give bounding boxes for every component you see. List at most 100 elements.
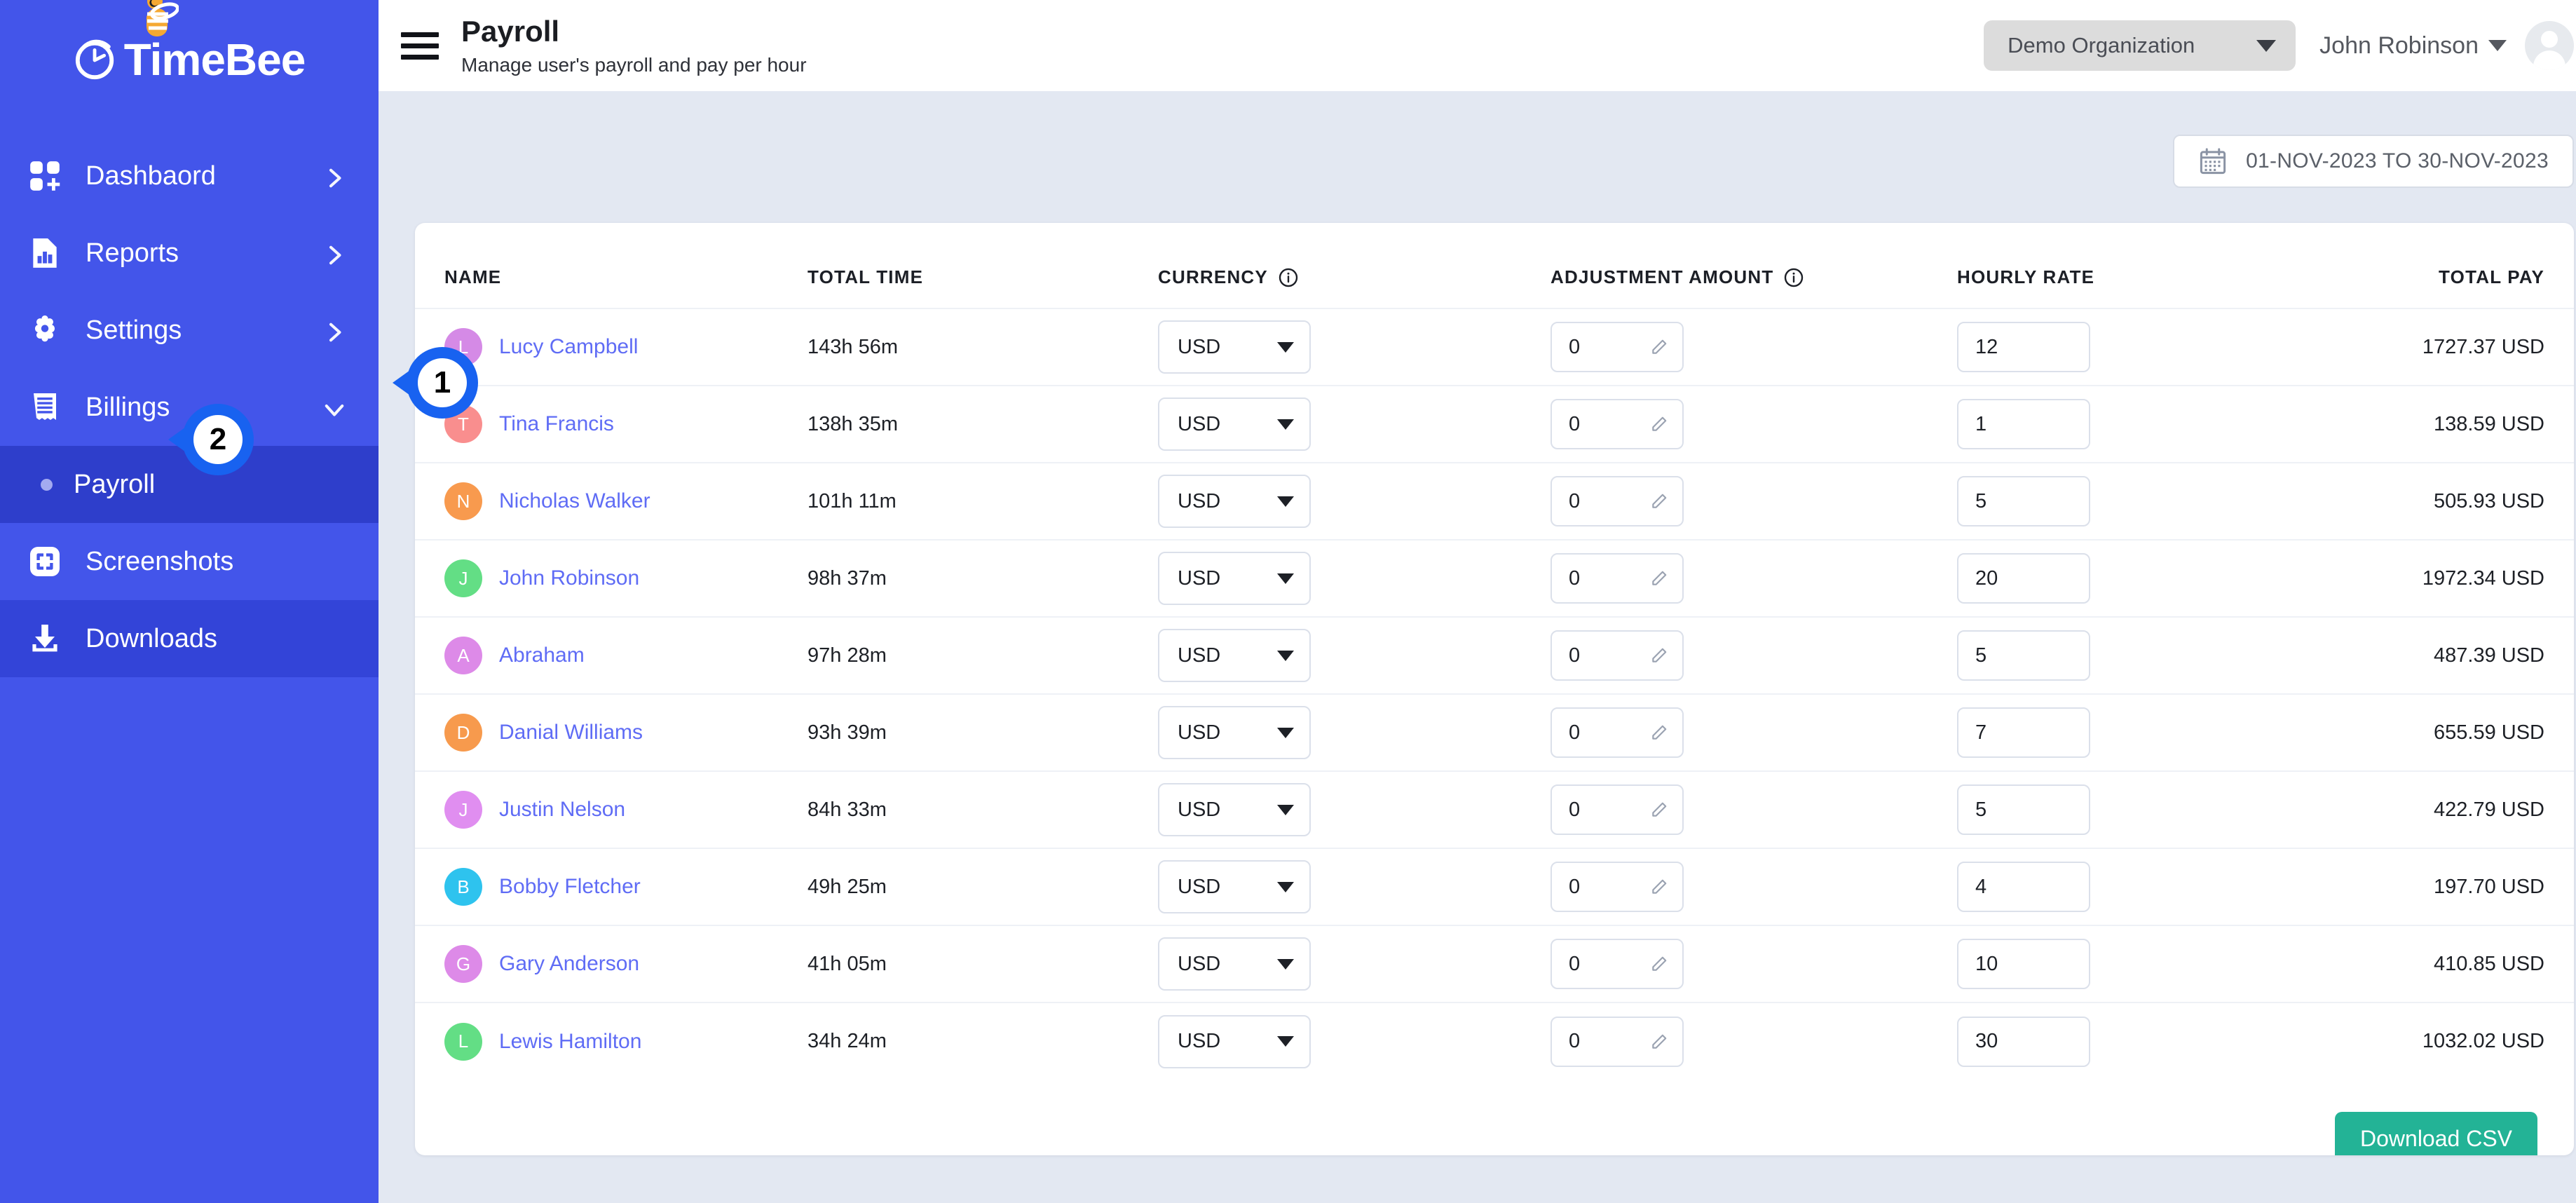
pencil-icon[interactable] xyxy=(1650,723,1668,742)
adjustment-amount-input[interactable]: 0 xyxy=(1551,1016,1684,1067)
chevron-right-icon xyxy=(324,243,345,265)
hourly-rate-input[interactable]: 12 xyxy=(1957,322,2090,372)
currency-select[interactable]: USD xyxy=(1158,706,1311,759)
user-name-link[interactable]: Tina Francis xyxy=(499,412,614,436)
sidebar-item-screenshots[interactable]: Screenshots xyxy=(0,523,379,600)
hourly-rate-input[interactable]: 1 xyxy=(1957,399,2090,449)
pencil-icon[interactable] xyxy=(1650,955,1668,973)
cell-name: J Justin Nelson xyxy=(415,770,807,848)
table-row: B Bobby Fletcher 49h 25m USD 0 4 197.70 USD xyxy=(415,848,2574,925)
pencil-icon[interactable] xyxy=(1650,492,1668,510)
adjustment-amount-input[interactable]: 0 xyxy=(1551,784,1684,835)
chevron-down-icon xyxy=(1277,496,1294,507)
currency-select[interactable]: USD xyxy=(1158,860,1311,913)
hourly-rate-input[interactable]: 7 xyxy=(1957,707,2090,758)
pencil-icon[interactable] xyxy=(1650,415,1668,433)
currency-select[interactable]: USD xyxy=(1158,937,1311,991)
user-name-link[interactable]: Gary Anderson xyxy=(499,952,639,976)
pencil-icon[interactable] xyxy=(1650,646,1668,665)
cell-total-time: 41h 05m xyxy=(807,925,1158,1002)
hourly-rate-input[interactable]: 5 xyxy=(1957,476,2090,526)
hourly-rate-input[interactable]: 4 xyxy=(1957,862,2090,912)
calendar-icon xyxy=(2198,147,2228,176)
user-menu[interactable]: John Robinson xyxy=(2319,21,2574,70)
user-name-link[interactable]: Nicholas Walker xyxy=(499,489,650,513)
organization-selector[interactable]: Demo Organization xyxy=(1984,20,2296,71)
currency-value: USD xyxy=(1178,1030,1221,1052)
sidebar-item-reports[interactable]: Reports xyxy=(0,215,379,292)
user-name-link[interactable]: Abraham xyxy=(499,644,585,667)
adjustment-amount-input[interactable]: 0 xyxy=(1551,707,1684,758)
chevron-down-icon xyxy=(1277,958,1294,970)
filter-row: 01-NOV-2023 TO 30-NOV-2023 xyxy=(415,135,2574,188)
adjustment-value: 0 xyxy=(1569,1030,1581,1052)
currency-select[interactable]: USD xyxy=(1158,1014,1311,1068)
download-csv-button[interactable]: Download CSV xyxy=(2335,1112,2537,1155)
total-pay-value: 505.93 USD xyxy=(2434,489,2544,512)
sidebar-item-settings[interactable]: Settings xyxy=(0,292,379,369)
cell-total-pay: 1032.02 USD xyxy=(2322,1002,2574,1080)
hamburger-icon[interactable] xyxy=(401,32,439,60)
sidebar: TimeBee Dashbaord Reports Settings Billi… xyxy=(0,0,379,1203)
total-pay-value: 422.79 USD xyxy=(2434,798,2544,821)
currency-select[interactable]: USD xyxy=(1158,783,1311,836)
pencil-icon[interactable] xyxy=(1650,1033,1668,1051)
sidebar-item-dashboard[interactable]: Dashbaord xyxy=(0,137,379,215)
cell-currency: USD xyxy=(1158,770,1551,848)
cell-total-time: 34h 24m xyxy=(807,1002,1158,1080)
currency-select[interactable]: USD xyxy=(1158,397,1311,451)
date-range-label: 01-NOV-2023 TO 30-NOV-2023 xyxy=(2246,149,2549,172)
pencil-icon[interactable] xyxy=(1650,338,1668,356)
user-name-link[interactable]: Lewis Hamilton xyxy=(499,1030,641,1054)
currency-select[interactable]: USD xyxy=(1158,320,1311,374)
currency-select[interactable]: USD xyxy=(1158,475,1311,528)
adjustment-value: 0 xyxy=(1569,798,1581,821)
payroll-table: NAME TOTAL TIME CURRENCY ADJUSTMENT AMOU… xyxy=(415,223,2574,1080)
hourly-rate-input[interactable]: 20 xyxy=(1957,553,2090,604)
cell-hourly-rate: 30 xyxy=(1957,1002,2322,1080)
user-name-link[interactable]: Danial Williams xyxy=(499,721,643,745)
currency-value: USD xyxy=(1178,412,1221,435)
adjustment-amount-input[interactable]: 0 xyxy=(1551,553,1684,604)
adjustment-amount-input[interactable]: 0 xyxy=(1551,862,1684,912)
download-icon xyxy=(25,619,64,658)
total-pay-value: 197.70 USD xyxy=(2434,875,2544,898)
column-header-adjustment-amount: ADJUSTMENT AMOUNT xyxy=(1551,223,1957,308)
hourly-rate-input[interactable]: 5 xyxy=(1957,784,2090,835)
column-header-total-pay: TOTAL PAY xyxy=(2322,223,2574,308)
adjustment-amount-input[interactable]: 0 xyxy=(1551,399,1684,449)
currency-select[interactable]: USD xyxy=(1158,629,1311,682)
hourly-rate-value: 5 xyxy=(1975,798,1987,821)
user-name-link[interactable]: Lucy Campbell xyxy=(499,335,638,359)
pencil-icon[interactable] xyxy=(1650,878,1668,896)
pencil-icon[interactable] xyxy=(1650,801,1668,819)
adjustment-amount-input[interactable]: 0 xyxy=(1551,939,1684,989)
adjustment-amount-input[interactable]: 0 xyxy=(1551,476,1684,526)
date-range-picker[interactable]: 01-NOV-2023 TO 30-NOV-2023 xyxy=(2173,135,2574,188)
user-name-link[interactable]: Bobby Fletcher xyxy=(499,875,641,899)
total-pay-value: 1972.34 USD xyxy=(2422,566,2544,590)
sidebar-item-downloads[interactable]: Downloads xyxy=(0,600,379,677)
user-name-link[interactable]: John Robinson xyxy=(499,566,639,590)
sidebar-item-label: Screenshots xyxy=(86,546,234,576)
brand-logo[interactable]: TimeBee xyxy=(0,0,379,119)
table-row: L Lewis Hamilton 34h 24m USD 0 30 1032.02 USD xyxy=(415,1002,2574,1080)
cell-hourly-rate: 12 xyxy=(1957,308,2322,386)
hourly-rate-input[interactable]: 10 xyxy=(1957,939,2090,989)
table-row: D Danial Williams 93h 39m USD 0 7 655.59 USD xyxy=(415,693,2574,771)
cell-total-time: 143h 56m xyxy=(807,308,1158,386)
hourly-rate-input[interactable]: 30 xyxy=(1957,1016,2090,1067)
currency-select[interactable]: USD xyxy=(1158,552,1311,605)
hourly-rate-input[interactable]: 5 xyxy=(1957,630,2090,681)
top-bar: Payroll Manage user's payroll and pay pe… xyxy=(379,0,2576,91)
info-circle-icon[interactable] xyxy=(1783,267,1804,288)
cell-name: B Bobby Fletcher xyxy=(415,848,807,925)
chevron-down-icon xyxy=(2256,39,2277,52)
adjustment-amount-input[interactable]: 0 xyxy=(1551,322,1684,372)
user-name-link[interactable]: Justin Nelson xyxy=(499,798,625,822)
info-circle-icon[interactable] xyxy=(1278,267,1299,288)
table-row: N Nicholas Walker 101h 11m USD 0 5 505.93 USD xyxy=(415,462,2574,540)
pencil-icon[interactable] xyxy=(1650,569,1668,587)
adjustment-amount-input[interactable]: 0 xyxy=(1551,630,1684,681)
callout-marker-2: 2 xyxy=(168,404,254,475)
